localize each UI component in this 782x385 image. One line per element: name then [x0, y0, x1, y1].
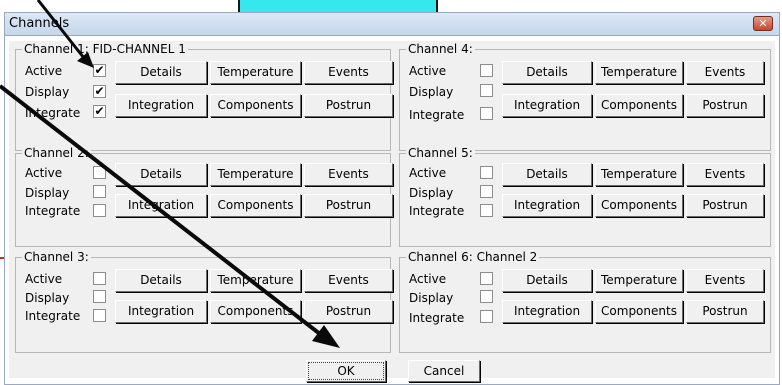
annotation-overlay — [0, 0, 340, 348]
annotation-arrow-to-ok-button — [0, 84, 340, 348]
annotation-arrow-to-active-checkbox — [36, 0, 94, 68]
